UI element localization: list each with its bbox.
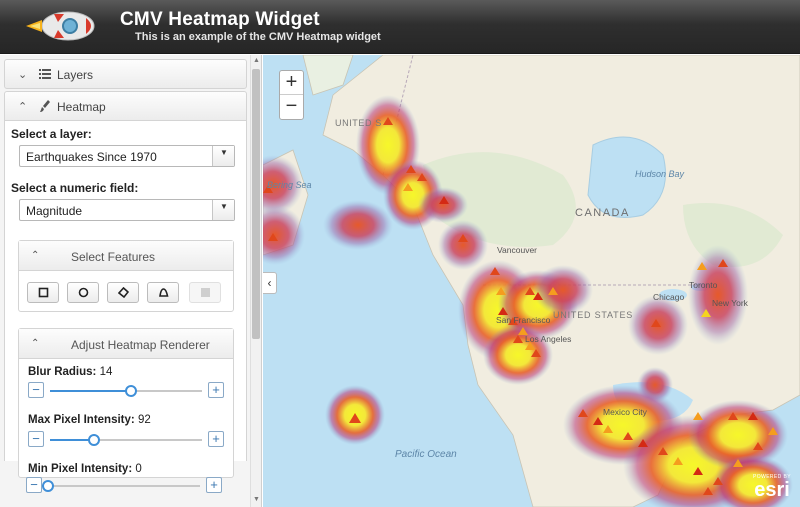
map-label-mexico-city: Mexico City — [603, 407, 647, 417]
sidebar-scroll-thumb[interactable] — [252, 69, 260, 339]
min-pixel-intensity-slider[interactable]: − + — [26, 477, 222, 495]
map-label-toronto: Toronto — [689, 280, 718, 290]
slider-track[interactable] — [50, 385, 202, 397]
map-label-bering-sea: Bering Sea — [267, 180, 312, 190]
zoom-out-button[interactable]: − — [280, 95, 303, 119]
heatmap-panel-header[interactable]: ⌃ Heatmap — [4, 91, 247, 121]
select-polygon-button[interactable] — [107, 282, 139, 303]
map-label-canada: CANADA — [575, 207, 630, 219]
app-subtitle: This is an example of the CMV Heatmap wi… — [135, 31, 381, 43]
max-pixel-intensity-value: 92 — [137, 414, 151, 426]
slider-handle[interactable] — [42, 480, 54, 492]
select-clear-button[interactable] — [189, 282, 221, 303]
map-label-los-angeles: Los Angeles — [525, 334, 572, 344]
select-features-panel: ⌃ Select Features — [18, 240, 234, 312]
max-pixel-increase-button[interactable]: + — [208, 431, 224, 447]
scroll-up-arrow-icon[interactable]: ▲ — [253, 57, 260, 64]
select-rectangle-button[interactable] — [27, 282, 59, 303]
select-freehand-button[interactable] — [147, 282, 179, 303]
select-features-header[interactable]: ⌃ Select Features — [19, 241, 233, 271]
map-label-pacific-ocean: Pacific Ocean — [395, 449, 457, 460]
heatmap-renderer-header[interactable]: ⌃ Adjust Heatmap Renderer — [19, 329, 233, 359]
caret-down-icon: ▼ — [220, 148, 228, 157]
field-select-dropdown-button[interactable]: ▼ — [212, 200, 234, 220]
scroll-down-arrow-icon[interactable]: ▼ — [253, 496, 260, 503]
heatmap-panel-body: Select a layer: Earthquakes Since 1970 ▼… — [4, 121, 247, 478]
blur-radius-value: 14 — [99, 366, 113, 378]
chevron-up-icon: ⌃ — [31, 250, 40, 261]
zoom-control: + − — [279, 70, 304, 120]
map-label-hudson-bay: Hudson Bay — [635, 169, 685, 179]
map-label-united-states-alaska: UNITED S — [335, 118, 382, 128]
min-pixel-increase-button[interactable]: + — [206, 477, 222, 493]
map-view[interactable]: Bering Sea UNITED S CANADA Hudson Bay Va… — [263, 55, 800, 507]
square-tool-icon — [38, 287, 49, 298]
paint-brush-icon — [40, 100, 50, 112]
heatmap-renderer-panel: ⌃ Adjust Heatmap Renderer Blur Radius: 1… — [18, 328, 234, 478]
map-label-new-york: New York — [712, 298, 748, 308]
max-pixel-decrease-button[interactable]: − — [28, 431, 44, 447]
slider-fill — [50, 390, 131, 392]
layer-select-dropdown-button[interactable]: ▼ — [212, 146, 234, 166]
layers-panel-label: Layers — [57, 68, 94, 82]
freehand-tool-icon — [159, 288, 169, 297]
map-label-united-states: UNITED STATES — [553, 310, 634, 320]
slider-handle[interactable] — [88, 434, 101, 446]
slider-handle[interactable] — [124, 385, 137, 397]
chevron-up-icon: ⌃ — [31, 338, 40, 349]
select-circle-button[interactable] — [67, 282, 99, 303]
collapse-sidebar-button[interactable]: ‹ — [263, 272, 277, 294]
layer-select-value: Earthquakes Since 1970 — [26, 150, 157, 164]
field-select-value: Magnitude — [26, 204, 83, 218]
map-label-chicago: Chicago — [653, 292, 685, 302]
app-title: CMV Heatmap Widget — [120, 9, 320, 30]
select-features-label: Select Features — [71, 250, 156, 264]
sidebar: ⌄ Layers ⌃ Heatmap Select a layer: Earth… — [0, 55, 262, 507]
chevron-up-icon: ⌃ — [18, 101, 28, 113]
slider-track[interactable] — [50, 434, 202, 446]
esri-attribution: POWERED BY esri — [748, 474, 796, 504]
blur-radius-label: Blur Radius: 14 — [28, 366, 113, 378]
heatmap-renderer-label: Adjust Heatmap Renderer — [71, 338, 210, 352]
clear-tool-icon — [201, 288, 210, 297]
max-pixel-intensity-label: Max Pixel Intensity: 92 — [28, 414, 151, 426]
select-field-label: Select a numeric field: — [11, 181, 139, 195]
caret-down-icon: ▼ — [220, 202, 228, 211]
heatmap-panel-label: Heatmap — [57, 100, 106, 114]
zoom-in-button[interactable]: + — [280, 71, 303, 95]
polygon-tool-icon — [118, 287, 129, 298]
blur-radius-slider[interactable]: − + — [28, 382, 224, 400]
sidebar-scrollbar[interactable]: ▲ ▼ — [250, 55, 261, 507]
min-pixel-intensity-value: 0 — [135, 463, 142, 475]
layers-panel-header[interactable]: ⌄ Layers — [4, 59, 247, 89]
min-pixel-decrease-button[interactable]: − — [26, 477, 42, 493]
slider-track[interactable] — [42, 480, 200, 492]
chevron-down-icon: ⌄ — [18, 69, 28, 81]
min-pixel-intensity-label: Min Pixel Intensity: 0 — [28, 463, 142, 475]
blur-radius-increase-button[interactable]: + — [208, 382, 224, 398]
rocket-logo-icon — [26, 11, 95, 41]
circle-tool-icon — [78, 287, 89, 298]
max-pixel-intensity-slider[interactable]: − + — [28, 431, 224, 449]
esri-logo: esri — [754, 479, 790, 501]
list-icon — [39, 69, 51, 79]
layer-select[interactable]: Earthquakes Since 1970 ▼ — [19, 145, 235, 167]
map-label-san-francisco: San Francisco — [496, 315, 551, 325]
field-select[interactable]: Magnitude ▼ — [19, 199, 235, 221]
app-header: CMV Heatmap Widget This is an example of… — [0, 0, 800, 54]
blur-radius-decrease-button[interactable]: − — [28, 382, 44, 398]
select-layer-label: Select a layer: — [11, 127, 92, 141]
map-label-vancouver: Vancouver — [497, 245, 538, 255]
